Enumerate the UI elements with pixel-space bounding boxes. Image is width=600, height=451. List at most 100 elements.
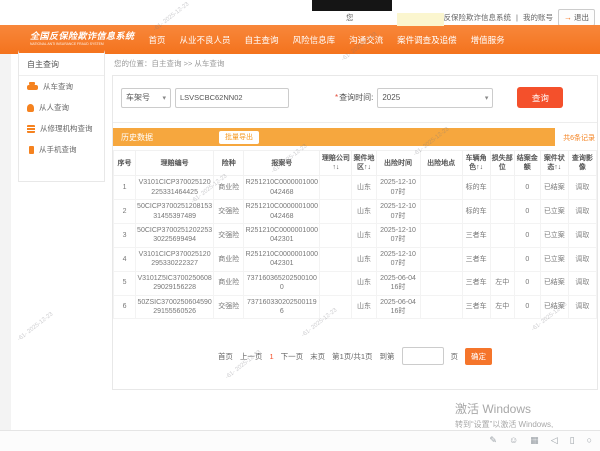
cell-seq: 5: [114, 271, 136, 295]
page-last-link[interactable]: 末页: [310, 351, 325, 362]
pagination: 首页 上一页 1 下一页 末页 第1页/共1页 到第 页 确定: [113, 347, 597, 365]
table-row: 650ZSIC370025060459029155560526交强险737160…: [114, 295, 597, 319]
trash-icon[interactable]: ▦: [530, 435, 539, 446]
cell-report_no: R251210C0000001000042301: [244, 223, 320, 247]
activate-line2: 转到“设置”以激活 Windows,: [455, 419, 553, 430]
column-header[interactable]: 案件状态↑↓: [540, 151, 568, 176]
logout-button[interactable]: → 退出: [558, 9, 595, 26]
breadcrumb: 您的位置：自主查询 >> 从车查询: [114, 58, 224, 69]
retrieve-image-link[interactable]: 调取: [575, 232, 589, 239]
cell-claim_no: 50CICP370025120225330225699494: [136, 223, 214, 247]
retrieve-image-link[interactable]: 调取: [575, 279, 589, 286]
cell-loss_part: 左中: [490, 271, 514, 295]
cell-claim_no: 50CICP370025120815331455397489: [136, 200, 214, 224]
cell-company: [320, 176, 352, 200]
cell-place: [420, 223, 462, 247]
cell-report_no: 7371603652025001000: [244, 271, 320, 295]
retrieve-image-link[interactable]: 调取: [575, 184, 589, 191]
cell-time: 2025-12-10 07时: [376, 223, 420, 247]
column-header[interactable]: 车辆角色↑↓: [462, 151, 490, 176]
activate-windows-watermark: 激活 Windows 转到“设置”以激活 Windows,: [455, 400, 553, 430]
cell-type: 交强险: [214, 200, 244, 224]
cell-image: 调取: [568, 247, 596, 271]
logout-arrow-icon: →: [564, 14, 572, 22]
sidebar: 自主查询 从车查询从人查询从修理机构查询从手机查询: [18, 50, 105, 182]
retrieve-image-link[interactable]: 调取: [575, 256, 589, 263]
page-unit-label: 页: [451, 351, 459, 362]
search-form: 车架号 ▾ *查询时间: 2025 ▾ 查询: [121, 87, 589, 108]
cell-claim_no: 50ZSIC370025060459029155560526: [136, 295, 214, 319]
column-header: 出险时间: [376, 151, 420, 176]
cell-loss_part: 左中: [490, 295, 514, 319]
search-icon[interactable]: ○: [587, 435, 592, 446]
sidebar-item-label: 从车查询: [43, 81, 73, 92]
cell-image: 调取: [568, 176, 596, 200]
logo-subtitle: NATIONAL ANTI INSURANCE FRAUD SYSTEM: [30, 43, 119, 47]
column-header[interactable]: 理赔公司↑↓: [320, 151, 352, 176]
cell-amount: 0: [514, 200, 540, 224]
divider: [113, 122, 597, 123]
nav-item-4[interactable]: 沟通交流: [349, 34, 383, 46]
cell-company: [320, 200, 352, 224]
cell-company: [320, 247, 352, 271]
nav-item-1[interactable]: 从业不良人员: [180, 34, 231, 46]
cell-amount: 0: [514, 223, 540, 247]
nav-item-6[interactable]: 增值服务: [471, 34, 505, 46]
cell-amount: 0: [514, 176, 540, 200]
table-row: 1V3101CICP370025120225331464425商业险R25121…: [114, 176, 597, 200]
diagonal-watermark: -61- 2025-12-23: [17, 311, 55, 342]
sidebar-item[interactable]: 从人查询: [19, 97, 104, 118]
cell-type: 商业险: [214, 247, 244, 271]
cell-region: 山东: [352, 223, 376, 247]
nav-item-3[interactable]: 风险信息库: [293, 34, 336, 46]
cell-role: 三者车: [462, 295, 490, 319]
page-current[interactable]: 1: [269, 352, 273, 361]
goto-label: 到第: [380, 351, 395, 362]
redaction-black-box: [312, 0, 392, 11]
cell-region: 山东: [352, 200, 376, 224]
cell-report_no: R251210C0000001000042301: [244, 247, 320, 271]
nav-items: 首页 从业不良人员 自主查询 风险信息库 沟通交流 案件调查及追偿 增值服务: [149, 34, 505, 46]
cell-status: 已结案: [540, 271, 568, 295]
cell-seq: 1: [114, 176, 136, 200]
cell-status: 已立案: [540, 247, 568, 271]
page-first-link[interactable]: 首页: [218, 351, 233, 362]
query-year-select[interactable]: 2025 ▾: [377, 88, 493, 108]
utility-bar: 您 进入全国反保险欺诈信息系统 | 我的账号 → 退出: [0, 0, 600, 25]
history-section: 历史数据 批量导出 共6条记录: [113, 128, 597, 146]
sidebar-item[interactable]: 从车查询: [19, 76, 104, 97]
required-asterisk: *: [335, 93, 338, 102]
goto-confirm-button[interactable]: 确定: [465, 348, 492, 365]
search-field-value: 车架号: [126, 92, 150, 103]
query-button[interactable]: 查询: [517, 87, 563, 108]
search-field-select[interactable]: 车架号 ▾: [121, 88, 171, 108]
sidebar-item-label: 从人查询: [39, 102, 69, 113]
goto-page-input[interactable]: [402, 347, 444, 365]
nav-item-5[interactable]: 案件调查及追偿: [397, 34, 457, 46]
sidebar-item[interactable]: 从手机查询: [19, 139, 104, 160]
vin-input[interactable]: [175, 88, 289, 108]
pen-icon[interactable]: ✎: [489, 435, 497, 446]
cell-amount: 0: [514, 271, 540, 295]
cell-region: 山东: [352, 247, 376, 271]
my-account-link[interactable]: 我的账号: [523, 12, 553, 23]
column-header: 报案号: [244, 151, 320, 176]
retrieve-image-link[interactable]: 调取: [575, 303, 589, 310]
cell-region: 山东: [352, 295, 376, 319]
page-next-link[interactable]: 下一页: [281, 351, 304, 362]
batch-export-button[interactable]: 批量导出: [219, 131, 259, 144]
column-header[interactable]: 案件地区↑↓: [352, 151, 376, 176]
sidebar-item-label: 从手机查询: [39, 144, 77, 155]
cell-status: 已结案: [540, 176, 568, 200]
nav-item-0[interactable]: 首页: [149, 34, 166, 46]
window-icon[interactable]: ▯: [570, 435, 575, 446]
table-row: 4V3101CICP370025120295330222327商业险R25121…: [114, 247, 597, 271]
page-prev-link[interactable]: 上一页: [240, 351, 263, 362]
speaker-icon[interactable]: ◁: [551, 435, 558, 446]
cell-status: 已立案: [540, 223, 568, 247]
retrieve-image-link[interactable]: 调取: [575, 208, 589, 215]
emoji-icon[interactable]: ☺: [509, 435, 518, 446]
nav-item-2[interactable]: 自主查询: [245, 34, 279, 46]
sidebar-item[interactable]: 从修理机构查询: [19, 118, 104, 139]
cell-amount: 0: [514, 295, 540, 319]
